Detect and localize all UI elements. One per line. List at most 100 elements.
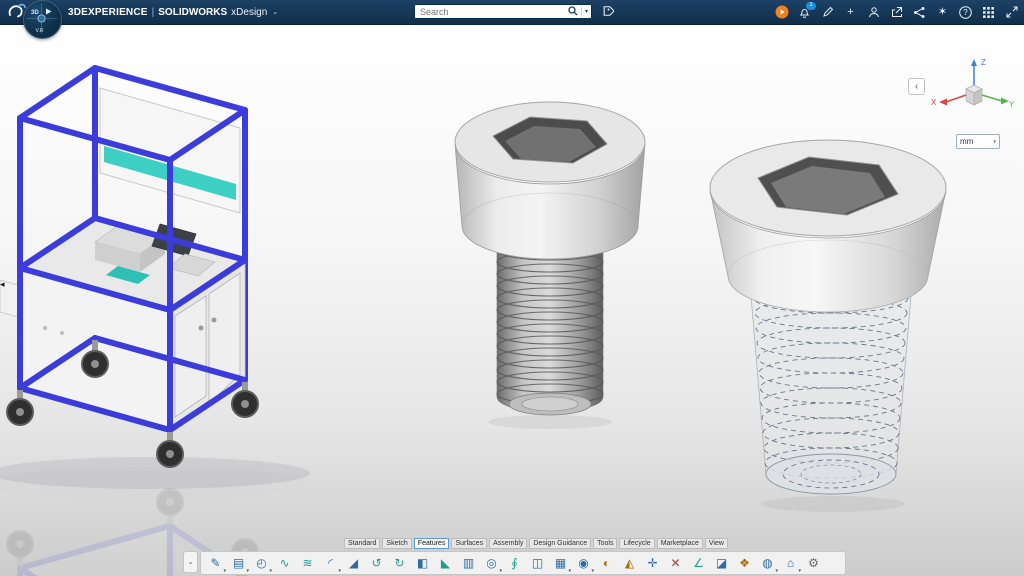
redo-tool[interactable]: ↻ xyxy=(389,553,410,573)
x-axis-arrow-icon xyxy=(939,99,947,106)
panel-flyout-arrow[interactable]: ◂ xyxy=(0,280,5,289)
search-options-chevron-icon[interactable]: ▾ xyxy=(585,8,588,15)
y-axis-arrow-icon xyxy=(1001,98,1009,105)
hole-tool[interactable]: ◎ ▾ xyxy=(481,553,502,573)
loft-tool[interactable]: ≋ xyxy=(297,553,318,573)
tab-design-guidance[interactable]: Design Guidance xyxy=(529,538,591,549)
units-dropdown[interactable]: mm ▾ xyxy=(956,134,1000,149)
shell-tool[interactable]: ◧ xyxy=(412,553,433,573)
help-icon[interactable]: ? xyxy=(958,5,973,20)
share-icon[interactable] xyxy=(889,5,904,20)
chevron-down-icon[interactable]: ⌄ xyxy=(272,8,278,16)
display-style-tool[interactable]: ◍ ▾ xyxy=(757,553,778,573)
model-socket-head-cap-screw-solid[interactable] xyxy=(438,92,668,452)
apps-grid-icon[interactable] xyxy=(981,5,996,20)
app-switcher[interactable]: xDesign xyxy=(231,7,267,18)
brand-product: SOLIDWORKS xyxy=(158,7,227,18)
compass-play-icon[interactable] xyxy=(774,5,789,20)
y-axis-label: Y xyxy=(1009,100,1015,109)
undo-tool[interactable]: ↺ xyxy=(366,553,387,573)
revolve-tool[interactable]: ◴ ▾ xyxy=(251,553,272,573)
units-value: mm xyxy=(960,137,973,146)
search-divider xyxy=(581,7,582,17)
toolbar-area: ⌄ ✎ ▾ ▤ ▾ ◴ ▾ ∿ xyxy=(183,551,846,575)
panel-collapse-button[interactable]: ‹ xyxy=(908,78,925,95)
tab-lifecycle[interactable]: Lifecycle xyxy=(619,538,654,549)
toolbar-overflow-button[interactable]: ⌄ xyxy=(183,551,198,573)
search-icon[interactable] xyxy=(568,3,578,21)
appearance-tool[interactable]: ❖ xyxy=(734,553,755,573)
axis-triad[interactable]: Z X Y xyxy=(930,55,1015,135)
play-icon[interactable] xyxy=(46,9,52,15)
bolt-shank xyxy=(497,240,603,412)
split-tool[interactable]: ◭ xyxy=(619,553,640,573)
assistant-spark-icon[interactable]: ✶ xyxy=(935,5,950,20)
fillet-tool[interactable]: ◜ ▾ xyxy=(320,553,341,573)
app-title: 3DEXPERIENCE | SOLIDWORKS xDesign ⌄ xyxy=(68,0,278,24)
view-orientation-tool[interactable]: ⌂ ▾ xyxy=(780,553,801,573)
3ds-compass-widget[interactable]: 3D V.R xyxy=(23,0,62,39)
chevron-down-icon: ▾ xyxy=(499,568,502,574)
tab-assembly[interactable]: Assembly xyxy=(489,538,527,549)
tab-surfaces[interactable]: Surfaces xyxy=(451,538,487,549)
chevron-down-icon: ▾ xyxy=(775,568,778,574)
tag-icon[interactable] xyxy=(600,4,615,19)
cart-door-left xyxy=(175,296,206,417)
z-axis-arrow-icon xyxy=(971,59,977,66)
rib-tool[interactable]: ▥ xyxy=(458,553,479,573)
tab-marketplace[interactable]: Marketplace xyxy=(657,538,703,549)
chevron-down-icon: ▾ xyxy=(338,568,341,574)
combine-tool[interactable]: ◐ xyxy=(596,553,617,573)
brand-separator: | xyxy=(152,7,155,18)
chevron-down-icon: ▾ xyxy=(591,568,594,574)
draft-tool[interactable]: ◣ xyxy=(435,553,456,573)
chevron-down-icon: ▾ xyxy=(798,568,801,574)
z-axis-label: Z xyxy=(981,58,986,67)
chevron-down-icon: ▾ xyxy=(246,568,249,574)
notifications-bell-icon[interactable]: 1 xyxy=(797,5,812,20)
compass-vr-label: V.R xyxy=(36,28,44,34)
notification-badge: 1 xyxy=(806,2,816,10)
linear-pattern-tool[interactable]: ▦ ▾ xyxy=(550,553,571,573)
compass-globe-icon xyxy=(38,15,45,22)
compass-3d-label: 3D xyxy=(31,10,39,16)
chamfer-tool[interactable]: ◢ xyxy=(343,553,364,573)
chevron-down-icon: ▾ xyxy=(269,568,272,574)
extrude-tool[interactable]: ▤ ▾ xyxy=(228,553,249,573)
sketch-tool[interactable]: ✎ ▾ xyxy=(205,553,226,573)
delete-face-tool[interactable]: ✕ xyxy=(665,553,686,573)
move-tool[interactable]: ✛ xyxy=(642,553,663,573)
chevron-down-icon: ▾ xyxy=(993,139,996,145)
model-machine-cart-assembly[interactable] xyxy=(0,28,400,576)
tab-features[interactable]: Features xyxy=(414,538,450,549)
model-socket-head-cap-screw-transparent[interactable] xyxy=(693,126,963,526)
search-input[interactable] xyxy=(418,6,565,18)
collaboration-network-icon[interactable] xyxy=(912,5,927,20)
sweep-tool[interactable]: ∿ xyxy=(274,553,295,573)
search-bar[interactable]: ▾ xyxy=(414,4,592,19)
ribbon-tabs: Standard Sketch Features Surfaces Assemb… xyxy=(344,538,728,549)
brand-platform: 3DEXPERIENCE xyxy=(68,7,148,18)
user-icon[interactable] xyxy=(866,5,881,20)
features-toolbar: ✎ ▾ ▤ ▾ ◴ ▾ ∿ ≋ xyxy=(200,551,846,575)
thread-tool[interactable]: ∮ xyxy=(504,553,525,573)
circular-pattern-tool[interactable]: ◉ ▾ xyxy=(573,553,594,573)
top-bar: 3DEXPERIENCE | SOLIDWORKS xDesign ⌄ ▾ 1 xyxy=(0,0,1024,25)
fullscreen-icon[interactable] xyxy=(1004,5,1019,20)
tab-view[interactable]: View xyxy=(705,538,728,549)
chevron-down-icon: ▾ xyxy=(223,568,226,574)
3d-viewport[interactable]: ‹ Z X Y mm ▾ ◂ Standard Sketch Features … xyxy=(0,24,1024,576)
section-tool[interactable]: ◪ xyxy=(711,553,732,573)
chevron-down-icon: ▾ xyxy=(568,568,571,574)
edit-pen-icon[interactable] xyxy=(820,5,835,20)
tab-tools[interactable]: Tools xyxy=(593,538,617,549)
tab-standard[interactable]: Standard xyxy=(344,538,380,549)
top-bar-icons: 1 + ✶ ? xyxy=(774,0,1019,24)
x-axis-label: X xyxy=(931,98,937,107)
add-icon[interactable]: + xyxy=(843,5,858,20)
measure-tool[interactable]: ∠ xyxy=(688,553,709,573)
tab-sketch[interactable]: Sketch xyxy=(382,538,411,549)
search-area: ▾ xyxy=(414,4,615,19)
settings-tool[interactable]: ⚙ xyxy=(803,553,824,573)
mirror-tool[interactable]: ◫ xyxy=(527,553,548,573)
